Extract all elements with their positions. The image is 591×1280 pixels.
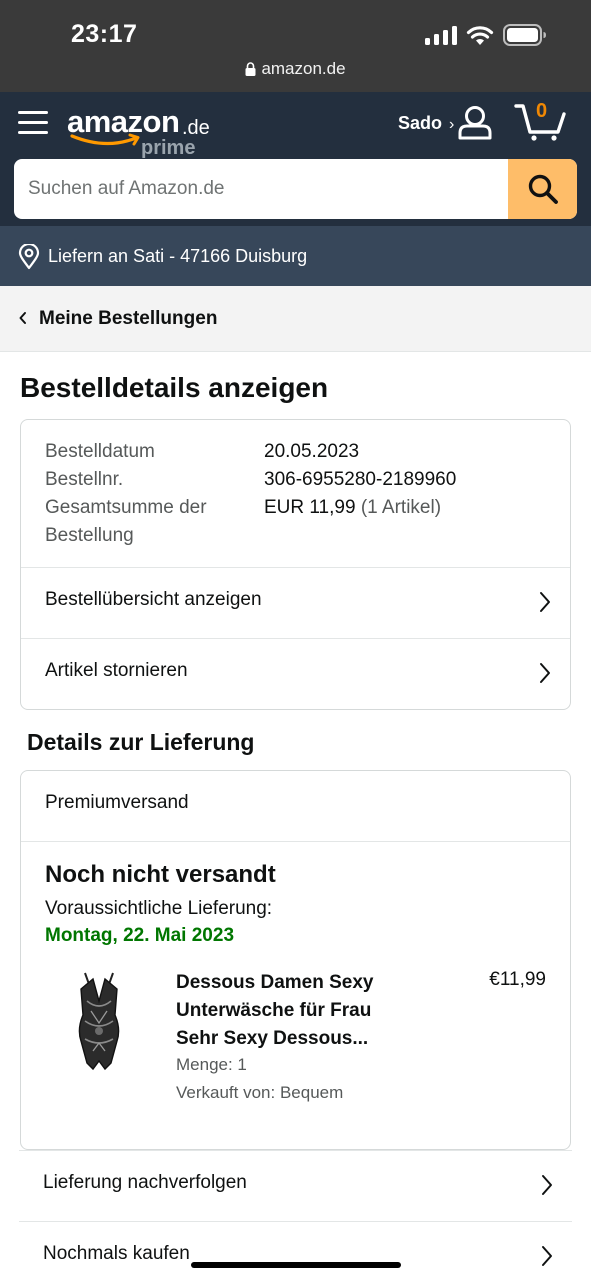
browser-url[interactable]: amazon.de [0,59,591,79]
order-total-value: EUR 11,99 (1 Artikel) [264,494,441,522]
account-button[interactable]: Sado › [398,113,454,134]
product-title-line: Unterwäsche für Frau [176,1000,372,1021]
product-quantity: Menge: 1 [176,1055,247,1074]
user-icon[interactable] [457,105,493,141]
logo-prime: prime [141,137,196,159]
status-time: 23:17 [71,20,138,48]
cancel-items-label: Artikel stornieren [45,660,188,681]
eta-label: Voraussichtliche Lieferung: [45,898,273,919]
order-overview-link[interactable]: Bestellübersicht anzeigen [21,567,570,637]
track-delivery-label: Lieferung nachverfolgen [43,1172,247,1193]
amazon-logo[interactable]: amazon .de prime [66,102,216,159]
chevron-right-icon [540,592,550,612]
chevron-left-icon [19,312,26,324]
account-chevron: › [449,116,455,133]
search-icon [528,174,558,204]
order-number-value: 306-6955280-2189960 [264,469,457,490]
breadcrumb-label: Meine Bestellungen [39,308,218,329]
logo-smile-icon [70,133,140,146]
delivery-location-bar[interactable]: Liefern an Sati - 47166 Duisburg [0,226,591,286]
product-title-line: Dessous Damen Sexy [176,972,374,993]
order-summary-card: Bestelldatum 20.05.2023 Bestellnr. 306-6… [20,419,571,710]
buy-again-label: Nochmals kaufen [43,1243,190,1264]
order-total-label-line1: Gesamtsumme der [45,497,207,518]
order-total-label-line2: Bestellung [45,525,134,546]
url-text: amazon.de [261,59,346,78]
home-indicator[interactable] [191,1262,401,1268]
lock-icon [245,62,256,76]
chevron-right-icon [540,663,550,683]
menu-icon[interactable] [18,109,48,135]
product-seller: Verkauft von: Bequem [176,1083,344,1102]
cart-button[interactable]: 0 [514,100,566,142]
shipment-card: Premiumversand Noch nicht versandt Vorau… [20,770,571,1150]
delivery-location-text: Liefern an Sati - 47166 Duisburg [48,246,308,266]
buy-again-link[interactable]: Nochmals kaufen [19,1221,572,1280]
wifi-icon [466,26,494,45]
page-title: Bestelldetails anzeigen [20,372,329,403]
battery-icon [503,24,546,46]
chevron-right-icon [542,1175,552,1195]
order-number-label: Bestellnr. [45,469,124,490]
product-title[interactable]: Dessous Damen Sexy Unterwäsche für Frau … [176,969,406,1053]
product-title-line: Sehr Sexy Dessous... [176,1028,369,1049]
track-delivery-link[interactable]: Lieferung nachverfolgen [19,1150,572,1221]
amazon-header: amazon .de prime Sado › 0 [0,92,591,226]
shipping-type: Premiumversand [45,792,189,813]
product-price: €11,99 [489,969,546,990]
account-name: Sado [398,113,443,133]
shipment-status: Noch nicht versandt [45,861,276,888]
search-bar [14,159,577,219]
search-button[interactable] [508,159,577,219]
divider [21,841,570,842]
search-input[interactable] [14,159,508,219]
cancel-items-link[interactable]: Artikel stornieren [21,638,570,708]
cart-count: 0 [536,100,548,122]
product-image[interactable] [71,971,127,1075]
delivery-section-title: Details zur Lieferung [27,729,255,755]
order-total-items: (1 Artikel) [360,497,442,518]
order-total-amount: EUR 11,99 [264,497,356,518]
cellular-signal-icon [425,26,457,45]
location-pin-icon [18,244,40,270]
eta-date: Montag, 22. Mai 2023 [45,925,235,946]
chevron-right-icon [542,1246,552,1266]
breadcrumb[interactable]: Meine Bestellungen [0,286,591,352]
order-date-value: 20.05.2023 [264,441,360,462]
order-date-label: Bestelldatum [45,441,155,462]
status-bar: 23:17 amazon.de [0,0,591,92]
order-overview-label: Bestellübersicht anzeigen [45,589,262,610]
